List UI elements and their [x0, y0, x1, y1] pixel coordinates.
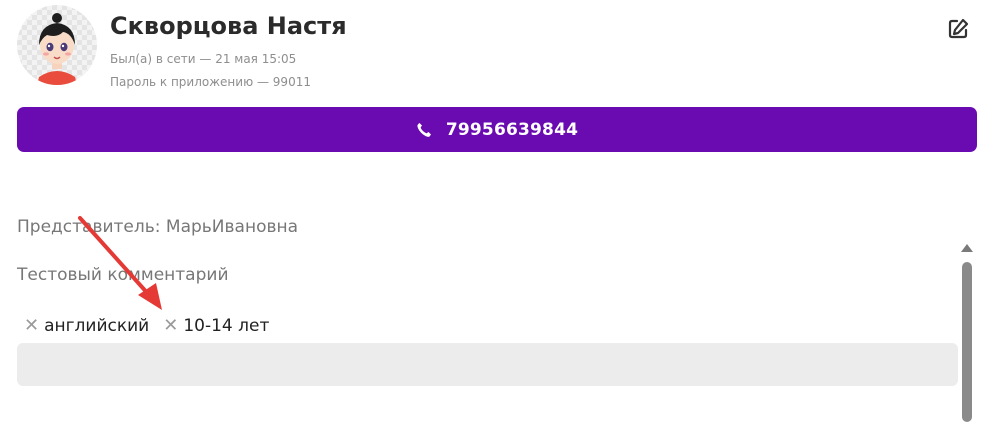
edit-icon: [948, 18, 969, 39]
avatar-cartoon-girl-icon: [37, 13, 77, 85]
profile-name: Скворцова Настя: [110, 12, 347, 40]
representative-text: Представитель: МарьИвановна: [17, 217, 299, 237]
last-online-text: Был(а) в сети — 21 мая 15:05: [110, 52, 297, 66]
scrollbar[interactable]: [958, 240, 976, 422]
edit-button[interactable]: [946, 17, 970, 41]
phone-number: 79956639844: [445, 119, 579, 140]
tag-label: 10-14 лет: [183, 316, 270, 336]
scroll-thumb[interactable]: [962, 262, 972, 422]
comment-text: Тестовый комментарий: [17, 265, 229, 285]
call-phone-button[interactable]: 79956639844: [17, 107, 977, 152]
tag-remove-icon[interactable]: ✕: [24, 317, 39, 335]
tag-item: ✕ 10-14 лет: [163, 316, 269, 336]
tag-input[interactable]: [17, 343, 958, 386]
tag-label: английский: [44, 316, 150, 336]
scroll-up-arrow-icon[interactable]: [961, 244, 973, 252]
avatar: [17, 5, 97, 85]
tag-list: ✕ английский ✕ 10-14 лет: [24, 316, 283, 336]
app-password-text: Пароль к приложению — 99011: [110, 75, 311, 89]
phone-icon: [417, 122, 431, 137]
tag-item: ✕ английский: [24, 316, 149, 336]
tag-remove-icon[interactable]: ✕: [163, 317, 178, 335]
